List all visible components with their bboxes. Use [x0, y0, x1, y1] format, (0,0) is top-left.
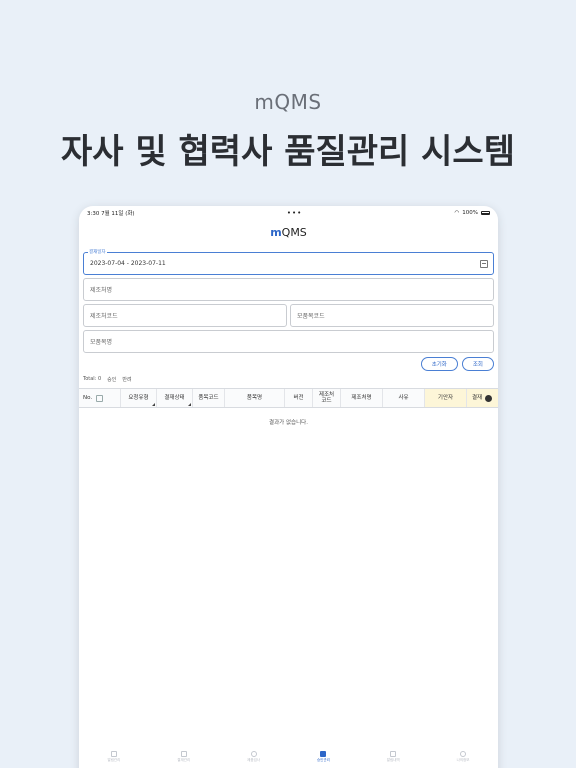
sort-icon	[152, 403, 155, 406]
status-right: ◠ 100%	[454, 210, 490, 216]
table-header: No. 요청유형 결재상태 품목코드 품목명 버전 제조처 코드 제조처명 사유	[79, 388, 498, 408]
column-request-type[interactable]: 요청유형	[121, 389, 157, 407]
app-title-m: m	[270, 225, 282, 239]
maker-name-input[interactable]: 제조처명	[83, 278, 494, 301]
empty-message: 결과가 없습니다.	[269, 420, 308, 426]
tab-product-inspection[interactable]: 제품검사	[247, 751, 260, 763]
column-version[interactable]: 버전	[285, 389, 313, 407]
status-bar: 3:30 7월 11일 (화) ••• ◠ 100%	[79, 206, 498, 220]
column-item-code-label: 품목코드	[198, 394, 219, 401]
promo-title: 자사 및 협력사 품질관리 시스템	[61, 132, 515, 172]
tab-product-inspection-label: 제품검사	[247, 758, 261, 762]
date-range-field[interactable]: 결재일자 2023-07-04 - 2023-07-11	[83, 249, 494, 275]
column-maker-code[interactable]: 제조처 코드	[313, 389, 341, 407]
item-code-input[interactable]: 모품목코드	[290, 304, 494, 327]
user-icon	[460, 751, 467, 757]
tab-notification-history[interactable]: 알림내역	[387, 751, 400, 763]
tab-my-info[interactable]: 나의정보	[457, 751, 470, 763]
tab-approval-admin-label: 승인관리	[316, 758, 330, 762]
date-range-label: 결재일자	[88, 249, 107, 255]
column-approval[interactable]: 결재	[467, 389, 498, 407]
column-reason[interactable]: 사유	[383, 389, 425, 407]
column-maker-name-label: 제조처명	[351, 394, 372, 401]
tab-notifications-label: 알림관리	[107, 758, 121, 762]
battery-icon	[480, 211, 490, 215]
code-row: 제조처코드 모품목코드	[83, 301, 494, 327]
app-title-rest: QMS	[281, 225, 307, 239]
date-range-value: 2023-07-04 - 2023-07-11	[90, 260, 166, 267]
bottom-tab-bar: 알림관리 결재관리 제품검사 승인관리 알림내역 나의정보	[79, 748, 498, 766]
tab-my-info-label: 나의정보	[456, 758, 470, 762]
column-reason-label: 사유	[398, 394, 409, 401]
tablet-screen: 3:30 7월 11일 (화) ••• ◠ 100% m QMS 결재일자 202…	[79, 206, 498, 768]
tab-notifications[interactable]: 알림관리	[107, 751, 120, 763]
status-time: 3:30	[87, 211, 100, 217]
column-no[interactable]: No.	[79, 389, 121, 407]
search-form: 결재일자 2023-07-04 - 2023-07-11 제조처명 제조처코드 …	[79, 249, 498, 353]
promo-subtitle: mQMS	[254, 90, 322, 114]
column-drafter[interactable]: 기안자	[425, 389, 467, 407]
column-item-name-label: 품목명	[246, 394, 263, 401]
maker-code-placeholder: 제조처코드	[90, 313, 118, 320]
item-name-input[interactable]: 모품목명	[83, 330, 494, 353]
status-left: 3:30 7월 11일 (화)	[87, 209, 135, 217]
item-code-placeholder: 모품목코드	[297, 313, 325, 320]
tab-approval-management-label: 결재관리	[177, 758, 191, 762]
maker-name-placeholder: 제조처명	[90, 287, 113, 294]
column-item-code[interactable]: 품목코드	[193, 389, 225, 407]
tab-notification-history-label: 알림내역	[386, 758, 400, 762]
totals-bar: Total: 0 승인 반려	[79, 373, 498, 386]
sort-icon	[188, 403, 191, 406]
list-icon	[320, 751, 327, 757]
status-date: 7월 11일 (화)	[101, 211, 135, 217]
total-count: Total: 0	[83, 376, 102, 382]
maker-code-input[interactable]: 제조처코드	[83, 304, 287, 327]
search-icon	[250, 751, 257, 757]
tab-approval-management[interactable]: 결재관리	[177, 751, 190, 763]
wifi-icon: ◠	[454, 210, 460, 216]
tab-approval-admin[interactable]: 승인관리	[317, 751, 330, 763]
gear-icon[interactable]	[485, 395, 492, 402]
column-version-label: 버전	[293, 394, 304, 401]
column-maker-code-label: 제조처 코드	[318, 391, 335, 404]
rejected-filter[interactable]: 반려	[122, 376, 131, 383]
column-drafter-label: 기안자	[437, 394, 454, 401]
home-icon	[390, 751, 397, 757]
app-title: m QMS	[79, 220, 498, 244]
select-all-checkbox[interactable]	[96, 394, 104, 402]
bell-icon	[110, 751, 117, 757]
reset-button[interactable]: 초기화	[420, 357, 458, 371]
action-buttons: 초기화 조회	[79, 357, 498, 371]
battery-percent: 100%	[462, 210, 478, 216]
column-request-type-label: 요청유형	[128, 394, 149, 401]
column-no-label: No.	[83, 394, 93, 401]
document-icon	[180, 751, 187, 757]
column-approval-status[interactable]: 결재상태	[157, 389, 193, 407]
search-button[interactable]: 조회	[461, 357, 494, 371]
approved-filter[interactable]: 승인	[107, 376, 116, 383]
item-name-placeholder: 모품목명	[90, 339, 113, 346]
multitask-dots-icon[interactable]: •••	[287, 209, 302, 217]
column-approval-status-label: 결재상태	[164, 394, 185, 401]
column-item-name[interactable]: 품목명	[225, 389, 285, 407]
column-approval-label: 결재	[472, 394, 483, 401]
column-maker-name[interactable]: 제조처명	[341, 389, 383, 407]
calendar-icon[interactable]	[480, 260, 488, 268]
